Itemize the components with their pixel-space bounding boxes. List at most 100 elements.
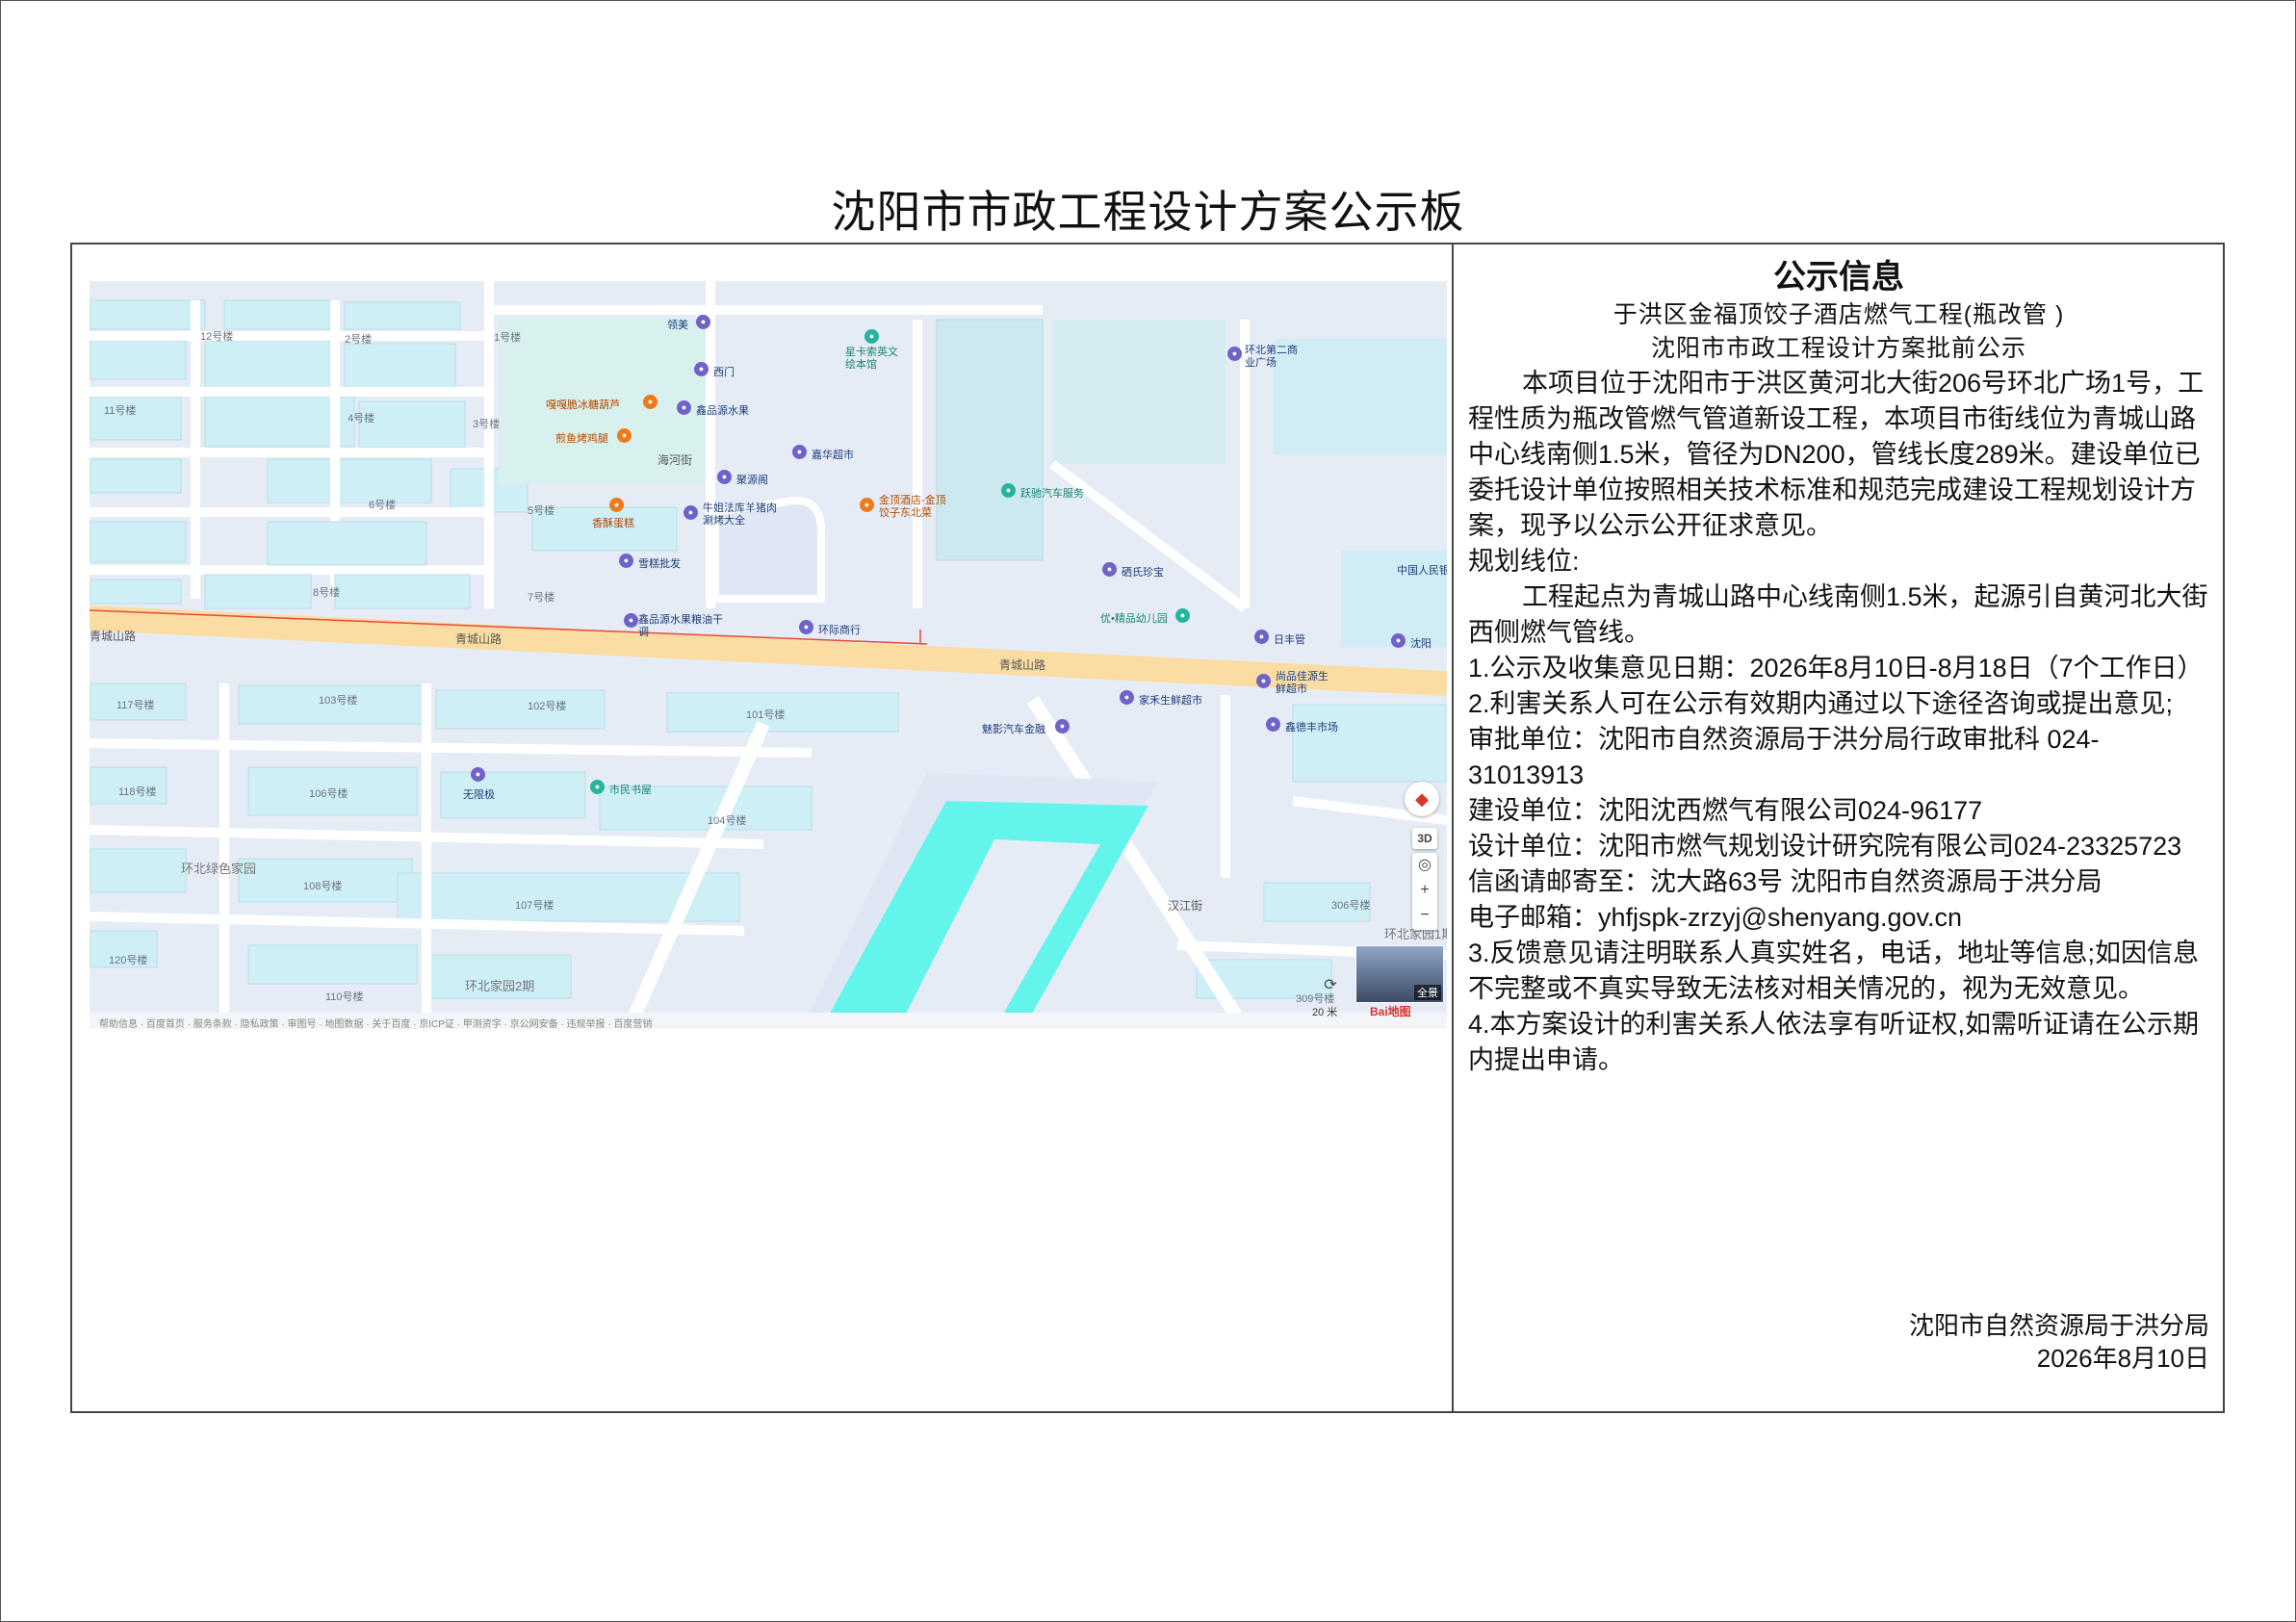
poi-label[interactable]: 环北第二商业广场 [1245,345,1303,370]
poi-label[interactable]: 领美 [667,317,688,332]
poi-pin-icon[interactable]: ● [1055,719,1070,734]
poi-label[interactable]: 中国人民银行 [1397,562,1447,578]
poi-pin-icon[interactable]: ● [860,498,874,512]
building-label: 4号楼 [348,413,375,425]
poi-label[interactable]: 嘉华超市 [812,447,854,462]
building-label: 12号楼 [200,331,234,343]
building-label: 8号楼 [313,587,341,599]
poi-label[interactable]: 雪糕批发 [638,555,681,571]
poi-label[interactable]: 尚品佳源生鲜超市 [1276,671,1333,696]
road-label: 汉江街 [1168,899,1203,913]
poi-pin-icon[interactable]: ● [619,554,633,568]
zoom-out-button[interactable]: − [1412,903,1437,928]
building-label: 117号楼 [116,700,155,711]
road-label: 海河街 [658,453,693,467]
poi-label[interactable]: 市民书屋 [609,782,652,797]
map-logo: Bai地图 [1370,1005,1411,1018]
poi-pin-icon[interactable]: ● [643,395,658,409]
locate-icon[interactable]: ◎ [1412,853,1437,878]
poi-pin-icon[interactable]: ● [624,613,638,628]
compass-icon[interactable]: ◆ [1405,782,1439,816]
email-address[interactable]: 电子邮箱：yhfjspk-zrzyj@shenyang.gov.cn [1468,900,2209,936]
poi-label[interactable]: 煎鱼烤鸡腿 [555,430,608,446]
poi-label[interactable]: 硒氏珍宝 [1122,564,1164,579]
poi-pin-icon[interactable]: ● [471,767,485,782]
building-label: 306号楼 [1331,900,1371,912]
notice-subtitle: 沈阳市市政工程设计方案批前公示 [1650,335,2026,362]
poi-pin-icon[interactable]: ● [696,315,710,329]
poi-pin-icon[interactable]: ● [1102,562,1117,577]
building-label: 106号楼 [309,788,348,800]
poi-label[interactable]: 沈阳 [1410,635,1432,651]
road-label: 青城山路 [90,630,137,643]
notice-item-4: 4.本方案设计的利害关系人依法享有听证权,如需听证请在公示期内提出申请。 [1468,1010,2200,1074]
design-unit: 设计单位：沈阳市燃气规划设计研究院有限公司024-23325723 [1468,832,2182,861]
signature-org: 沈阳市自然资源局于洪分局 [1908,1311,2209,1340]
construction-unit: 建设单位：沈阳沈西燃气有限公司024-96177 [1468,796,1983,825]
poi-pin-icon[interactable]: ● [617,428,632,443]
map-footer: 帮助信息 · 百度首页 · 服务条款 · 隐私政策 · 审图号 · 地图数据 ·… [99,1019,653,1029]
area-label: 环北家园2期 [465,979,535,993]
poi-pin-icon[interactable]: ● [1227,347,1242,361]
poi-label[interactable]: 嘎嘎脆冰糖葫芦 [546,397,620,412]
poi-label[interactable]: 鑫品源水果 [696,402,749,418]
notice-item-3: 3.反馈意见请注明联系人真实姓名，电话，地址等信息;如因信息不完整或不真实导致无… [1468,939,2200,1003]
3d-view-button[interactable]: 3D [1412,828,1437,849]
mail-address: 信函请邮寄至：沈大路63号 沈阳市自然资源局于洪分局 [1468,867,2103,896]
poi-label[interactable]: 鑫德丰市场 [1285,719,1338,734]
column-divider [1452,243,1454,1413]
poi-pin-icon[interactable]: ● [609,498,624,512]
map-canvas[interactable] [90,281,1447,1029]
signature-date: 2026年8月10日 [2036,1344,2209,1373]
poi-pin-icon[interactable]: ● [1266,717,1280,732]
building-label: 110号楼 [325,991,364,1003]
building-label: 103号楼 [319,695,358,707]
scale-bar-label: 20 米 [1312,1007,1338,1018]
zoom-control[interactable]: ◎ + − [1412,853,1437,930]
building-label: 3号楼 [473,419,501,430]
signature-block: 沈阳市自然资源局于洪分局 2026年8月10日 [1468,1309,2209,1375]
notice-panel: 公示信息 于洪区金福顶饺子酒店燃气工程(瓶改管 ) 沈阳市市政工程设计方案批前公… [1468,256,2209,1078]
poi-pin-icon[interactable]: ● [1254,630,1269,644]
map-panel[interactable]: 青城山路 青城山路 青城山路 海河街 汉江街 环北家园2期 环北绿色家园 环北家… [90,281,1447,1029]
poi-pin-icon[interactable]: ● [792,445,807,459]
building-label: 120号楼 [109,955,148,966]
poi-pin-icon[interactable]: ● [1256,674,1271,688]
poi-label[interactable]: 聚源阁 [736,472,768,487]
poi-pin-icon[interactable]: ● [590,780,605,794]
poi-label[interactable]: 鑫品源水果粮油干调 [638,614,725,639]
poi-label[interactable]: 香酥蛋糕 [592,515,634,530]
poi-label[interactable]: 西门 [713,364,735,379]
poi-pin-icon[interactable]: ● [864,329,879,344]
poi-label[interactable]: 跃驰汽车服务 [1020,485,1084,501]
poi-pin-icon[interactable]: ● [1391,633,1406,648]
building-label: 5号楼 [528,505,555,517]
approval-unit: 审批单位：沈阳市自然资源局于洪分局行政审批科 024-31013913 [1468,725,2100,789]
poi-pin-icon[interactable]: ● [677,400,691,415]
poi-label[interactable]: 星卡索英文绘本馆 [845,347,903,372]
poi-label[interactable]: 日丰管 [1274,631,1305,647]
intro-paragraph: 本项目位于沈阳市于洪区黄河北大街206号环北广场1号，工程性质为瓶改管燃气管道新… [1468,369,2205,540]
building-label: 7号楼 [528,592,555,604]
plan-paragraph: 工程起点为青城山路中心线南侧1.5米，起源引自黄河北大街西侧燃气管线。 [1468,582,2208,647]
poi-pin-icon[interactable]: ● [694,362,709,376]
refresh-icon[interactable]: ⟳ [1319,974,1342,997]
poi-pin-icon[interactable]: ● [799,620,813,634]
poi-label[interactable]: 优•精品幼儿园 [1100,610,1168,626]
poi-pin-icon[interactable]: ● [1001,483,1016,498]
notice-item-1: 1.公示及收集意见日期：2026年8月10日-8月18日（7个工作日） [1468,654,2204,682]
poi-label[interactable]: 无限极 [463,786,495,802]
poi-label[interactable]: 牛姐法库羊猪肉涮烤大全 [703,502,780,528]
building-label: 107号楼 [515,900,555,912]
poi-label[interactable]: 魅影汽车金融 [982,721,1045,736]
poi-label[interactable]: 家禾生鲜超市 [1139,692,1202,708]
poi-label[interactable]: 环际商行 [818,622,861,637]
poi-pin-icon[interactable]: ● [1120,690,1134,705]
poi-pin-icon[interactable]: ● [717,470,732,484]
panorama-thumbnail[interactable]: 全景 [1355,945,1444,1003]
zoom-in-button[interactable]: + [1412,878,1437,903]
building-label: 101号楼 [746,709,786,721]
poi-pin-icon[interactable]: ● [684,505,698,520]
poi-label[interactable]: 金顶酒店-金顶饺子东北菜 [879,495,956,520]
poi-pin-icon[interactable]: ● [1175,608,1190,623]
